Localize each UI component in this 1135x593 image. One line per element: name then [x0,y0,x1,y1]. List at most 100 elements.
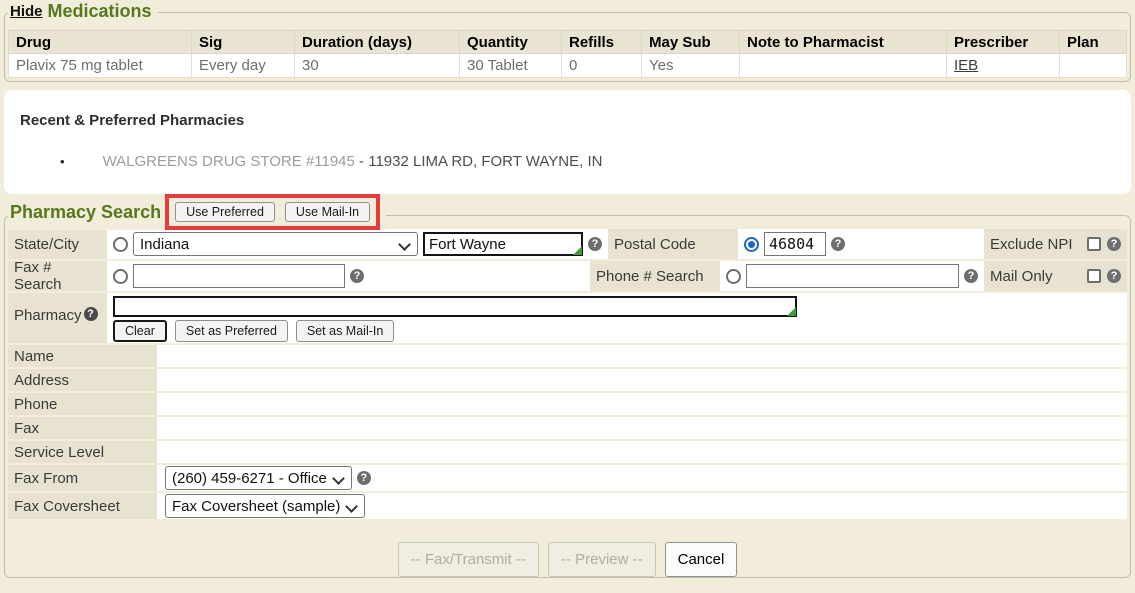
medications-section: Hide Medications Drug Sig Duration (days… [4,12,1131,82]
pharmacy-input[interactable] [113,296,797,317]
fax-search-radio[interactable] [113,269,128,284]
state-city-cell: Indiana ? [107,229,608,259]
recent-pharmacy-address: - 11932 LIMA RD, FORT WAYNE, IN [355,153,603,170]
fax-transmit-button[interactable]: -- Fax/Transmit -- [398,542,539,577]
fax-from-help-icon[interactable]: ? [357,471,371,485]
fax-search-cell: ? [107,261,590,291]
medications-header-row: Drug Sig Duration (days) Quantity Refill… [9,31,1127,54]
fax-coversheet-cell: Fax Coversheet (sample) [157,493,1127,519]
recent-pharmacy-link[interactable]: WALGREENS DRUG STORE #11945 [103,153,355,170]
preview-button[interactable]: -- Preview -- [548,542,656,577]
exclude-npi-checkbox[interactable] [1087,237,1101,251]
pharmacy-search-title: Pharmacy Search [10,202,161,223]
phone-number-input[interactable] [746,264,959,288]
address-value [157,369,1127,391]
detail-row-fax: Fax [8,417,1127,439]
med-drug: Plavix 75 mg tablet [9,54,192,78]
postal-code-label: Postal Code [608,229,738,259]
use-mail-in-button[interactable]: Use Mail-In [285,202,370,222]
pharmacy-list-item: • WALGREENS DRUG STORE #11945 - 11932 LI… [60,153,1115,170]
col-header-quantity: Quantity [460,31,562,54]
fax-from-select-value: (260) 459-6271 - Office [172,470,327,487]
fax-from-label: Fax From [8,465,157,491]
state-city-radio[interactable] [113,237,128,252]
pharmacy-buttons: Clear Set as Preferred Set as Mail-In [113,320,1121,342]
fax-from-cell: (260) 459-6271 - Office ? [157,465,1127,491]
recent-pharmacies-section: Recent & Preferred Pharmacies • WALGREEN… [4,90,1131,194]
fax-coversheet-row: Fax Coversheet Fax Coversheet (sample) [8,493,1127,519]
fax-from-select[interactable]: (260) 459-6271 - Office [165,466,352,490]
fax-search-help-icon[interactable]: ? [350,269,364,283]
phone-value [157,393,1127,415]
col-header-note: Note to Pharmacist [740,31,947,54]
footer-actions: -- Fax/Transmit -- -- Preview -- Cancel [8,519,1127,577]
phone-search-radio[interactable] [726,269,741,284]
mail-only-checkbox[interactable] [1087,269,1101,283]
phone-search-cell: ? [720,261,984,291]
phone-search-label: Phone # Search [590,261,720,291]
mail-only-help-icon[interactable]: ? [1107,269,1121,283]
name-value [157,345,1127,367]
mail-only-label: Mail Only [990,268,1081,285]
pharmacy-row: Pharmacy ? Clear Set as Preferred Set as… [8,293,1127,343]
exclude-npi-label: Exclude NPI [990,236,1081,253]
state-city-row: State/City Indiana ? Postal Code ? Exclu… [8,229,1127,259]
recent-pharmacies-title: Recent & Preferred Pharmacies [20,112,1115,129]
postal-code-help-icon[interactable]: ? [831,237,845,251]
col-header-plan: Plan [1060,31,1127,54]
pharmacy-label-cell: Pharmacy ? [8,293,107,343]
fax-number-input[interactable] [133,264,345,288]
hide-medications-link[interactable]: Hide [10,3,43,20]
med-sig: Every day [192,54,295,78]
state-select[interactable]: Indiana [133,232,418,256]
postal-code-input[interactable] [764,232,826,256]
detail-row-phone: Phone [8,393,1127,415]
postal-code-radio[interactable] [744,237,759,252]
fax-label: Fax [8,417,157,439]
use-preferred-button[interactable]: Use Preferred [175,202,275,222]
med-quantity: 30 Tablet [460,54,562,78]
medication-row: Plavix 75 mg tablet Every day 30 30 Tabl… [9,54,1127,78]
med-duration: 30 [295,54,460,78]
medications-table: Drug Sig Duration (days) Quantity Refill… [8,30,1127,78]
col-header-refills: Refills [562,31,642,54]
fax-phone-row: Fax # Search ? Phone # Search ? Mail Onl… [8,261,1127,291]
prescriber-link[interactable]: IEB [954,57,978,74]
pharmacy-label: Pharmacy [14,307,82,324]
bullet-icon: • [60,154,65,169]
city-input-wrap [423,232,583,256]
med-refills: 0 [562,54,642,78]
pharmacy-input-wrap [113,296,797,317]
city-help-icon[interactable]: ? [588,237,602,251]
phone-label: Phone [8,393,157,415]
fax-coversheet-select-value: Fax Coversheet (sample) [172,498,340,515]
col-header-duration: Duration (days) [295,31,460,54]
med-note [740,54,947,78]
med-may-sub: Yes [642,54,740,78]
cancel-button[interactable]: Cancel [665,542,738,577]
city-input[interactable] [423,232,583,256]
clear-button[interactable]: Clear [113,320,167,342]
highlight-red-box: Use Preferred Use Mail-In [165,194,380,230]
state-city-label: State/City [8,229,107,259]
detail-row-name: Name [8,345,1127,367]
postal-code-cell: ? [738,229,984,259]
detail-row-address: Address [8,369,1127,391]
col-header-may-sub: May Sub [642,31,740,54]
state-select-value: Indiana [140,236,189,253]
set-as-mail-in-button[interactable]: Set as Mail-In [296,320,394,342]
name-label: Name [8,345,157,367]
address-label: Address [8,369,157,391]
mail-only-cell: Mail Only ? [984,261,1127,291]
fax-coversheet-select[interactable]: Fax Coversheet (sample) [165,494,365,518]
set-as-preferred-button[interactable]: Set as Preferred [175,320,288,342]
pharmacy-search-header: Pharmacy Search Use Preferred Use Mail-I… [8,194,386,230]
pharmacy-help-icon[interactable]: ? [84,307,98,321]
service-level-label: Service Level [8,441,157,463]
medications-title: Medications [48,1,152,22]
exclude-npi-help-icon[interactable]: ? [1107,237,1121,251]
pharmacy-cell: Clear Set as Preferred Set as Mail-In [107,293,1127,343]
phone-search-help-icon[interactable]: ? [964,269,978,283]
fax-value [157,417,1127,439]
fax-from-row: Fax From (260) 459-6271 - Office ? [8,465,1127,491]
